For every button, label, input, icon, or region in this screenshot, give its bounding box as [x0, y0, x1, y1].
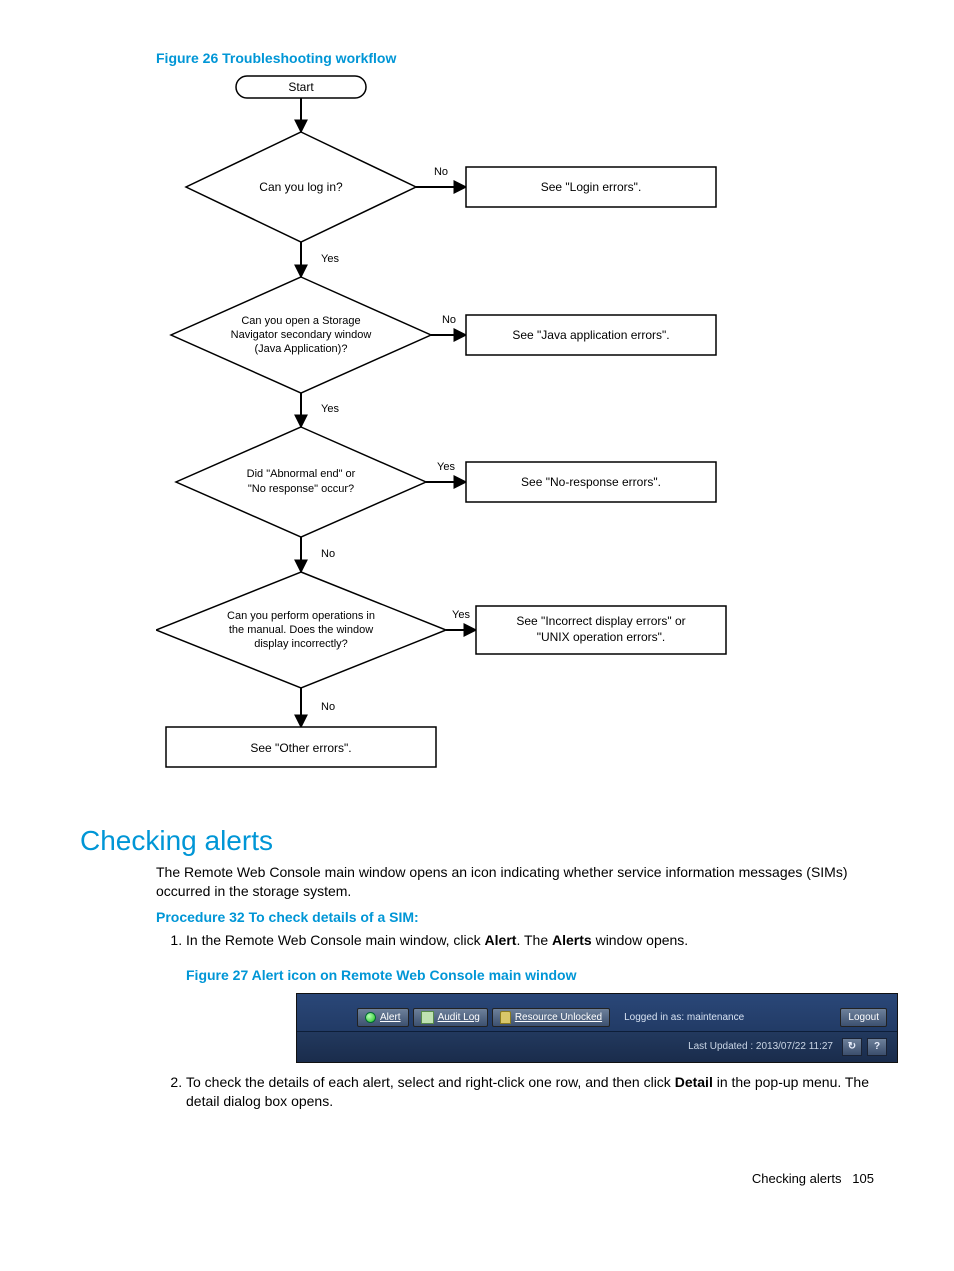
fc-r5: See "Other errors".: [250, 741, 351, 755]
step1-alerts-bold: Alerts: [552, 932, 592, 948]
refresh-button[interactable]: ↻: [842, 1038, 862, 1056]
step2-detail-bold: Detail: [675, 1074, 713, 1090]
fc-d1: Can you log in?: [259, 180, 343, 194]
fc-d4-no: No: [321, 701, 335, 713]
logged-in-status: Logged in as: maintenance: [624, 1011, 744, 1025]
toolbar-screenshot: Alert Audit Log Resource Unlocked Logged…: [296, 993, 898, 1064]
step1-e: window opens.: [592, 932, 689, 948]
figure26-caption: Figure 26 Troubleshooting workflow: [156, 50, 874, 66]
step-1: In the Remote Web Console main window, c…: [186, 931, 874, 1063]
refresh-icon: ↻: [848, 1040, 856, 1054]
step1-alert-bold: Alert: [485, 932, 517, 948]
lock-icon: [500, 1011, 511, 1024]
page-footer: Checking alerts 105: [80, 1171, 874, 1186]
section-heading-checking-alerts: Checking alerts: [80, 825, 874, 857]
help-icon: ?: [874, 1040, 880, 1054]
intro-paragraph: The Remote Web Console main window opens…: [156, 863, 874, 901]
figure27-caption: Figure 27 Alert icon on Remote Web Conso…: [186, 966, 874, 985]
fc-d4-yes: Yes: [452, 609, 470, 621]
fc-d2-yes: Yes: [321, 403, 339, 415]
resource-unlocked-button[interactable]: Resource Unlocked: [492, 1008, 610, 1028]
fc-d3-yes: Yes: [437, 461, 455, 473]
toolbar-row1: Alert Audit Log Resource Unlocked Logged…: [297, 994, 897, 1032]
footer-label: Checking alerts: [752, 1171, 842, 1186]
fc-d1-no: No: [434, 166, 448, 178]
audit-log-icon: [421, 1011, 434, 1024]
alert-button[interactable]: Alert: [357, 1008, 409, 1028]
step-2: To check the details of each alert, sele…: [186, 1073, 874, 1111]
alert-label: Alert: [380, 1011, 401, 1025]
footer-page: 105: [852, 1171, 874, 1186]
fc-d3-no: No: [321, 548, 335, 560]
flowchart-figure: Start Can you log in? No See "Login erro…: [156, 72, 874, 805]
fc-d3a: Did "Abnormal end" or: [247, 468, 356, 480]
fc-d2c: (Java Application)?: [255, 343, 348, 355]
procedure32-caption: Procedure 32 To check details of a SIM:: [156, 909, 874, 925]
logout-button[interactable]: Logout: [840, 1008, 887, 1028]
fc-r1: See "Login errors".: [541, 180, 642, 194]
last-updated-label: Last Updated : 2013/07/22 11:27: [688, 1040, 833, 1054]
toolbar-row2: Last Updated : 2013/07/22 11:27 ↻ ?: [297, 1031, 897, 1062]
fc-d1-yes: Yes: [321, 253, 339, 265]
fc-d2-no: No: [442, 314, 456, 326]
fc-start: Start: [288, 80, 314, 94]
audit-log-button[interactable]: Audit Log: [413, 1008, 488, 1028]
fc-r2: See "Java application errors".: [512, 328, 669, 342]
help-button[interactable]: ?: [867, 1038, 887, 1056]
fc-r3: See "No-response errors".: [521, 475, 661, 489]
fc-d2b: Navigator secondary window: [231, 329, 372, 341]
resource-unlocked-label: Resource Unlocked: [515, 1011, 602, 1025]
step2-a: To check the details of each alert, sele…: [186, 1074, 675, 1090]
fc-d3b: "No response" occur?: [248, 483, 354, 495]
alert-status-icon: [365, 1012, 376, 1023]
fc-d4a: Can you perform operations in: [227, 610, 375, 622]
fc-d4c: display incorrectly?: [254, 638, 348, 650]
fc-r4a: See "Incorrect display errors" or: [516, 614, 685, 628]
step1-a: In the Remote Web Console main window, c…: [186, 932, 485, 948]
step1-c: . The: [516, 932, 552, 948]
audit-log-label: Audit Log: [438, 1011, 480, 1025]
fc-d2a: Can you open a Storage: [241, 315, 360, 327]
fc-d4b: the manual. Does the window: [229, 624, 373, 636]
fc-r4b: "UNIX operation errors".: [537, 630, 666, 644]
